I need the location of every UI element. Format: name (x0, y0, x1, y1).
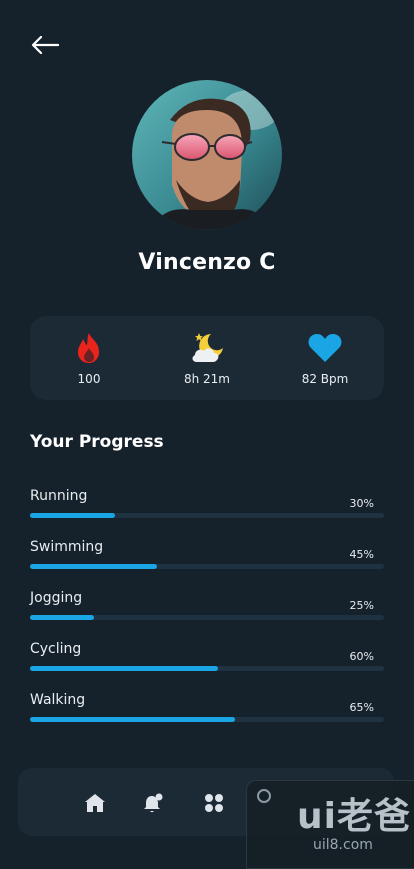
progress-fill (30, 717, 236, 722)
moon-cloud-icon (189, 331, 225, 365)
stat-heart-rate: 82 Bpm (275, 331, 375, 386)
profile-name: Vincenzo C (138, 250, 276, 275)
progress-list: Running 30% Swimming 45% Jogging 25% Cyc… (30, 488, 384, 743)
progress-fill (30, 666, 218, 671)
progress-label: Walking (30, 692, 86, 708)
progress-fill (30, 564, 158, 569)
progress-fill (30, 513, 115, 518)
watermark-dot (257, 789, 271, 803)
progress-percent: 65% (349, 701, 374, 714)
progress-row-cycling: Cycling 60% (30, 641, 384, 692)
progress-track (30, 717, 384, 722)
progress-percent: 45% (349, 548, 374, 561)
notification-bell-icon[interactable] (140, 790, 166, 816)
progress-row-jogging: Jogging 25% (30, 590, 384, 641)
progress-label: Cycling (30, 641, 82, 657)
grid-apps-icon[interactable] (201, 790, 227, 816)
progress-fill (30, 615, 94, 620)
progress-percent: 60% (349, 650, 374, 663)
stat-sleep-value: 8h 21m (183, 371, 230, 386)
stats-card: 100 8h 21m 82 Bpm (30, 316, 384, 400)
progress-percent: 30% (349, 497, 374, 510)
home-icon[interactable] (82, 790, 108, 816)
stat-calories: 100 (39, 331, 139, 386)
progress-row-walking: Walking 65% (30, 692, 384, 743)
avatar (132, 80, 282, 230)
progress-track (30, 564, 384, 569)
watermark-logo: ui老爸 (297, 796, 411, 837)
progress-label: Jogging (30, 590, 83, 606)
progress-title: Your Progress (30, 432, 164, 452)
progress-track (30, 666, 384, 671)
progress-row-swimming: Swimming 45% (30, 539, 384, 590)
back-arrow-icon[interactable] (28, 30, 62, 60)
watermark: ui老爸 uil8.com (246, 780, 414, 869)
progress-label: Swimming (30, 539, 104, 555)
stat-sleep: 8h 21m (157, 331, 257, 386)
stat-calories-value: 100 (77, 371, 101, 386)
progress-track (30, 615, 384, 620)
progress-label: Running (30, 488, 88, 504)
watermark-url: uil8.com (313, 837, 373, 853)
flame-icon (75, 331, 103, 365)
progress-percent: 25% (349, 599, 374, 612)
heart-icon (308, 331, 342, 365)
progress-row-running: Running 30% (30, 488, 384, 539)
progress-track (30, 513, 384, 518)
stat-heart-rate-value: 82 Bpm (301, 371, 349, 386)
